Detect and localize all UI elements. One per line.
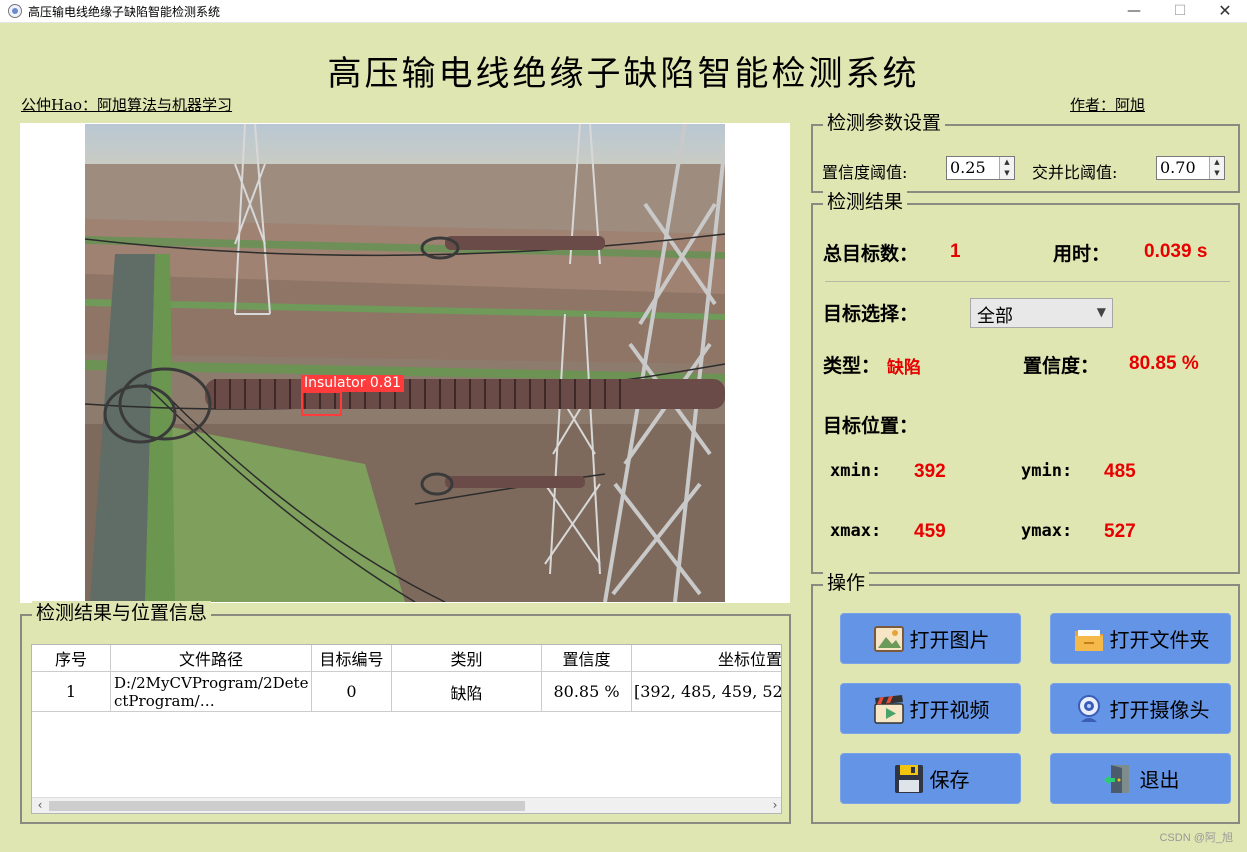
results-group: 检测结果 总目标数： 1 用时： 0.039 s 目标选择： 全部 ▼ 类型： … [811,190,1240,574]
page-title: 高压输电线绝缘子缺陷智能检测系统 [327,54,920,94]
xmax-label: xmax: [830,521,882,541]
iou-threshold-spinbox[interactable]: 0.70 ▲ ▼ [1156,156,1225,180]
params-group: 检测参数设置 置信度阈值: 0.25 ▲ ▼ 交并比阈值: 0.70 ▲ ▼ [811,111,1240,193]
time-value: 0.039 s [1144,241,1208,262]
open-folder-label: 打开文件夹 [1109,628,1210,652]
open-image-button[interactable]: 打开图片 [840,613,1021,664]
params-title: 检测参数设置 [823,111,946,135]
app-icon [8,4,22,18]
spinner-arrows-icon[interactable]: ▲ ▼ [999,157,1014,179]
confidence-threshold-value[interactable]: 0.25 [950,158,986,177]
open-camera-button[interactable]: 打开摄像头 [1050,683,1231,734]
ymax-label: ymax: [1021,521,1073,541]
xmin-value: 392 [914,461,946,482]
table-row[interactable]: 1 D:/2MyCVProgram/2DetectProgram/… 0 缺陷 … [32,672,781,712]
watermark: CSDN @阿_旭 [1159,832,1233,844]
open-folder-button[interactable]: 打开文件夹 [1050,613,1231,664]
total-targets-label: 总目标数： [823,243,919,265]
type-value: 缺陷 [887,358,921,378]
table-header: 序号 文件路径 目标编号 类别 置信度 坐标位置 [32,645,781,672]
scroll-left-icon[interactable]: ‹ [32,798,48,813]
title-bar: 高压输电线绝缘子缺陷智能检测系统 — ☐ ✕ [0,0,1247,23]
left-caption: 公仲Hao：阿旭算法与机器学习 [21,96,233,114]
results-table-title: 检测结果与位置信息 [32,601,212,625]
save-label: 保存 [929,768,970,792]
detection-bounding-box [301,391,342,416]
confidence-label: 置信度： [1023,355,1100,377]
xmin-label: xmin: [830,461,882,481]
confidence-threshold-spinbox[interactable]: 0.25 ▲ ▼ [946,156,1015,180]
exit-button[interactable]: 退出 [1050,753,1231,804]
folder-icon [1074,629,1103,651]
column-header[interactable]: 序号 [32,645,111,671]
image-icon [873,625,904,652]
target-select-value[interactable]: 全部 [977,302,1013,328]
ymin-label: ymin: [1021,461,1073,481]
open-video-button[interactable]: 打开视频 [840,683,1021,734]
column-header[interactable]: 文件路径 [111,645,312,671]
open-video-label: 打开视频 [909,698,990,722]
operations-title: 操作 [823,571,870,595]
column-header[interactable]: 坐标位置 [632,645,781,671]
table-cell: 80.85 % [542,672,632,711]
table-cell: 0 [312,672,392,711]
iou-threshold-label: 交并比阈值: [1032,163,1118,182]
xmax-value: 459 [914,521,946,542]
column-header[interactable]: 置信度 [542,645,632,671]
confidence-threshold-label: 置信度阈值: [822,163,908,182]
open-image-label: 打开图片 [909,628,990,652]
time-label: 用时： [1053,243,1111,265]
ymin-value: 485 [1104,461,1136,482]
save-disk-icon [894,764,923,793]
video-clapper-icon [873,694,904,724]
table-cell: [392, 485, 459, 527] [632,672,781,711]
minimize-button[interactable]: — [1111,0,1157,23]
detection-label: Insulator 0.81 [301,375,405,392]
target-select-label: 目标选择： [823,303,919,325]
operations-group: 操作 打开图片 打开文件夹 打开视频 打开摄像头 保存 退出 [811,571,1240,824]
spinner-arrows-icon[interactable]: ▲ ▼ [1209,157,1224,179]
ymax-value: 527 [1104,521,1136,542]
table-cell: D:/2MyCVProgram/2DetectProgram/… [111,672,312,711]
results-title: 检测结果 [823,190,908,214]
results-table-group: 检测结果与位置信息 序号 文件路径 目标编号 类别 置信度 坐标位置 1 D:/… [20,601,791,824]
author-caption: 作者：阿旭 [1070,96,1146,114]
table-cell: 缺陷 [392,672,542,711]
detection-image: Insulator 0.81 [85,124,725,602]
save-button[interactable]: 保存 [840,753,1021,804]
results-table[interactable]: 序号 文件路径 目标编号 类别 置信度 坐标位置 1 D:/2MyCVProgr… [31,644,782,814]
column-header[interactable]: 目标编号 [312,645,392,671]
iou-threshold-value[interactable]: 0.70 [1160,158,1196,177]
open-camera-label: 打开摄像头 [1109,698,1210,722]
maximize-button[interactable]: ☐ [1157,0,1203,23]
window-title: 高压输电线绝缘子缺陷智能检测系统 [28,5,221,19]
column-header[interactable]: 类别 [392,645,542,671]
exit-door-icon [1103,764,1129,793]
chevron-down-icon[interactable]: ▼ [1097,305,1106,319]
target-position-label: 目标位置： [823,415,919,437]
webcam-icon [1077,694,1100,722]
table-cell: 1 [32,672,111,711]
exit-label: 退出 [1139,768,1180,792]
target-select-dropdown[interactable]: 全部 ▼ [970,298,1113,328]
confidence-value: 80.85 % [1129,353,1199,374]
scroll-thumb[interactable] [49,801,525,811]
horizontal-scrollbar[interactable]: ‹ › [32,797,781,813]
type-label: 类型： [823,355,881,377]
scroll-right-icon[interactable]: › [767,798,781,813]
total-targets-value: 1 [950,241,961,262]
close-button[interactable]: ✕ [1202,0,1247,23]
aerial-photo [85,124,725,602]
divider [825,281,1230,282]
